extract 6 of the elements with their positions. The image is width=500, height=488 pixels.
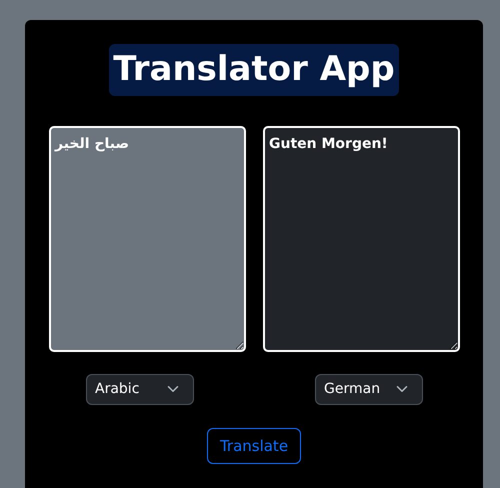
translate-button[interactable]: Translate bbox=[206, 428, 302, 464]
app-title: Translator App bbox=[109, 44, 399, 96]
language-select[interactable]: German bbox=[315, 374, 423, 405]
source-text-field[interactable]: صباح الخير bbox=[49, 126, 246, 352]
translation-text-field[interactable]: Guten Morgen! bbox=[263, 126, 460, 352]
language-select[interactable]: Arabic bbox=[86, 374, 194, 405]
